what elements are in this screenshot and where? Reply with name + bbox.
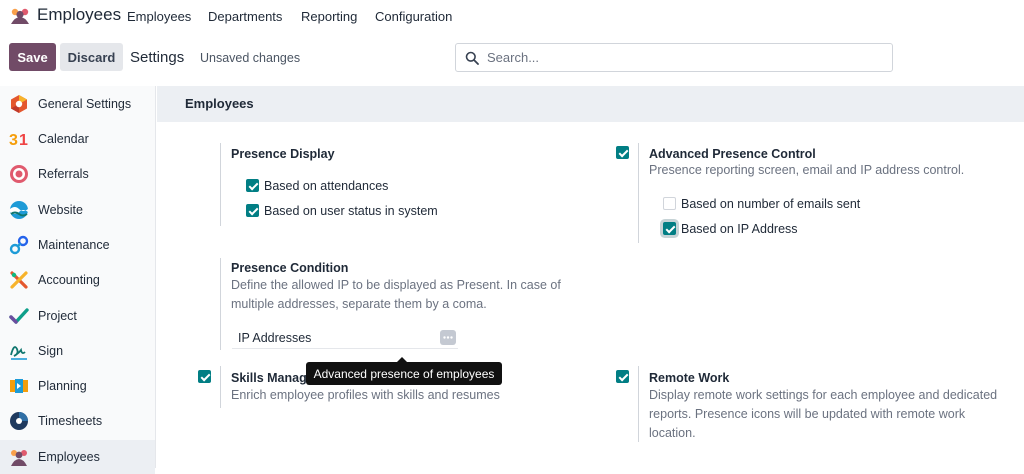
sidebar-item-label: Sign xyxy=(38,344,64,358)
sidebar-item-sign[interactable]: Sign xyxy=(0,334,155,368)
remote-work-checkbox[interactable] xyxy=(616,370,629,383)
sidebar-item-label: Timesheets xyxy=(38,414,103,428)
website-icon xyxy=(10,201,28,219)
skills-description: Enrich employee profiles with skills and… xyxy=(231,388,500,402)
divider xyxy=(220,258,221,350)
divider xyxy=(638,143,639,243)
skills-checkbox[interactable] xyxy=(198,370,211,383)
presence-condition-description: Define the allowed IP to be displayed as… xyxy=(231,278,561,311)
advanced-presence-checkbox[interactable] xyxy=(616,146,629,159)
sidebar-item-label: Planning xyxy=(38,379,87,393)
discard-button[interactable]: Discard xyxy=(60,43,123,71)
remote-work-description: Display remote work settings for each em… xyxy=(649,388,998,440)
attendances-checkbox[interactable] xyxy=(246,179,259,192)
maintenance-icon xyxy=(9,235,29,255)
menu-departments[interactable]: Departments xyxy=(208,9,282,24)
svg-text:1: 1 xyxy=(19,132,28,149)
ip-address-checkbox[interactable] xyxy=(663,222,676,235)
user-status-checkbox[interactable] xyxy=(246,204,259,217)
referrals-icon xyxy=(10,165,28,183)
employees-icon xyxy=(11,450,27,466)
timesheets-icon xyxy=(10,412,28,430)
breadcrumb: Settings xyxy=(130,49,185,66)
more-options-button[interactable] xyxy=(440,330,456,345)
employees-app-icon[interactable] xyxy=(9,7,31,25)
accounting-icon xyxy=(10,271,28,289)
top-navbar: Employees Employees Departments Reportin… xyxy=(0,0,1024,33)
user-status-label[interactable]: Based on user status in system xyxy=(264,204,438,218)
sidebar-item-planning[interactable]: Planning xyxy=(0,369,155,403)
ip-addresses-label: IP Addresses xyxy=(238,331,312,345)
settings-sidebar: General Settings 3 1 Calendar Referrals … xyxy=(0,86,156,474)
section-header: Employees xyxy=(157,86,1024,122)
sidebar-item-project[interactable]: Project xyxy=(0,299,155,333)
sidebar-item-label: General Settings xyxy=(38,97,132,111)
sidebar-item-label: Employees xyxy=(38,450,100,464)
advanced-presence-title: Advanced Presence Control xyxy=(649,147,816,161)
sidebar-item-referrals[interactable]: Referrals xyxy=(0,157,155,191)
tooltip: Advanced presence of employees xyxy=(306,357,502,385)
sidebar-item-label: Accounting xyxy=(38,273,100,287)
menu-employees[interactable]: Employees xyxy=(127,9,191,24)
sidebar-item-employees[interactable]: Employees xyxy=(0,440,155,474)
sidebar-item-timesheets[interactable]: Timesheets xyxy=(0,404,155,438)
svg-text:3: 3 xyxy=(9,132,18,149)
sidebar-item-general-settings[interactable]: General Settings xyxy=(0,87,155,121)
general-settings-icon xyxy=(11,95,27,113)
project-icon xyxy=(9,308,29,324)
advanced-presence-description: Presence reporting screen, email and IP … xyxy=(649,163,965,177)
sidebar-item-label: Referrals xyxy=(38,167,89,181)
presence-display-title: Presence Display xyxy=(231,147,335,161)
sidebar-item-accounting[interactable]: Accounting xyxy=(0,263,155,297)
sidebar-item-label: Maintenance xyxy=(38,238,110,252)
unsaved-changes-status: Unsaved changes xyxy=(200,51,301,65)
emails-sent-label[interactable]: Based on number of emails sent xyxy=(681,197,860,211)
sidebar-item-label: Website xyxy=(38,203,83,217)
app-name[interactable]: Employees xyxy=(37,5,121,25)
sidebar-item-label: Project xyxy=(38,309,77,323)
remote-work-title: Remote Work xyxy=(649,371,730,385)
presence-condition-title: Presence Condition xyxy=(231,261,349,275)
skills-title: Skills Manag xyxy=(231,371,307,385)
ellipsis-icon xyxy=(443,336,453,339)
sign-icon xyxy=(10,346,27,360)
save-button[interactable]: Save xyxy=(9,43,56,71)
divider xyxy=(220,366,221,408)
sidebar-item-calendar[interactable]: 3 1 Calendar xyxy=(0,122,155,156)
sidebar-item-label: Calendar xyxy=(38,132,89,146)
divider xyxy=(638,366,639,442)
sidebar-item-maintenance[interactable]: Maintenance xyxy=(0,228,155,262)
emails-sent-checkbox[interactable] xyxy=(663,197,676,210)
calendar-icon: 3 1 xyxy=(9,132,28,149)
search-input[interactable] xyxy=(487,50,867,65)
menu-configuration[interactable]: Configuration xyxy=(375,9,452,24)
section-title: Employees xyxy=(185,96,254,111)
sidebar-item-website[interactable]: Website xyxy=(0,193,155,227)
ip-address-label[interactable]: Based on IP Address xyxy=(681,222,798,236)
ip-addresses-field[interactable] xyxy=(232,348,458,349)
attendances-label[interactable]: Based on attendances xyxy=(264,179,388,193)
search-icon xyxy=(465,51,479,65)
planning-icon xyxy=(10,379,28,393)
menu-reporting[interactable]: Reporting xyxy=(301,9,357,24)
divider xyxy=(220,143,221,226)
search-bar[interactable] xyxy=(455,43,893,72)
